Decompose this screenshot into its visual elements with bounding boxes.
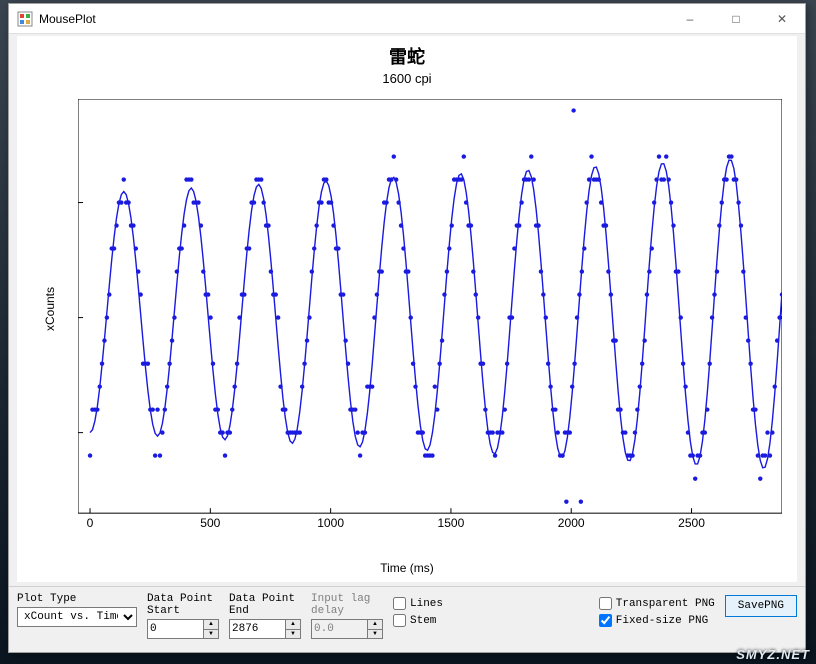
window-title: MousePlot <box>39 12 96 26</box>
svg-text:2500: 2500 <box>678 516 705 530</box>
data-start-input[interactable] <box>147 619 203 639</box>
svg-text:500: 500 <box>200 516 220 530</box>
data-start-spinner[interactable]: ▲▼ <box>203 619 219 639</box>
titlebar[interactable]: MousePlot – □ ✕ <box>9 4 805 34</box>
fixed-png-checkbox[interactable]: Fixed-size PNG <box>599 614 715 627</box>
app-icon <box>17 11 33 27</box>
plot-type-select[interactable]: xCount vs. Time <box>17 607 137 627</box>
svg-text:2000: 2000 <box>558 516 585 530</box>
data-end-spinner[interactable]: ▲▼ <box>285 619 301 639</box>
input-lag-input <box>311 619 367 639</box>
maximize-button[interactable]: □ <box>713 4 759 34</box>
data-start-label: Data Point Start <box>147 593 219 617</box>
save-png-button[interactable]: SavePNG <box>725 595 797 617</box>
controls-panel: Plot Type xCount vs. Time Data Point Sta… <box>9 586 805 652</box>
plot-type-label: Plot Type <box>17 593 137 605</box>
lines-checkbox[interactable]: Lines <box>393 597 443 610</box>
transparent-png-checkbox[interactable]: Transparent PNG <box>599 597 715 610</box>
data-end-label: Data Point End <box>229 593 301 617</box>
svg-text:0: 0 <box>87 516 94 530</box>
chart-panel: 雷蛇 1600 cpi xCounts Time (ms) 0 500 1000 15… <box>17 36 797 582</box>
plot-area[interactable]: 05001000150020002500-505 <box>78 99 782 531</box>
watermark: SMYZ.NET <box>736 647 810 662</box>
svg-text:1000: 1000 <box>317 516 344 530</box>
input-lag-spinner: ▲▼ <box>367 619 383 639</box>
input-lag-label: Input lag delay <box>311 593 383 617</box>
close-button[interactable]: ✕ <box>759 4 805 34</box>
app-window: MousePlot – □ ✕ 雷蛇 1600 cpi xCounts Time… <box>8 3 806 653</box>
chart-title: 雷蛇 <box>18 43 796 69</box>
stem-checkbox[interactable]: Stem <box>393 614 443 627</box>
svg-text:1500: 1500 <box>438 516 465 530</box>
data-end-input[interactable] <box>229 619 285 639</box>
x-axis-label: Time (ms) <box>380 561 434 575</box>
y-axis-label: xCounts <box>43 287 57 331</box>
minimize-button[interactable]: – <box>667 4 713 34</box>
chart-subtitle: 1600 cpi <box>18 71 796 86</box>
